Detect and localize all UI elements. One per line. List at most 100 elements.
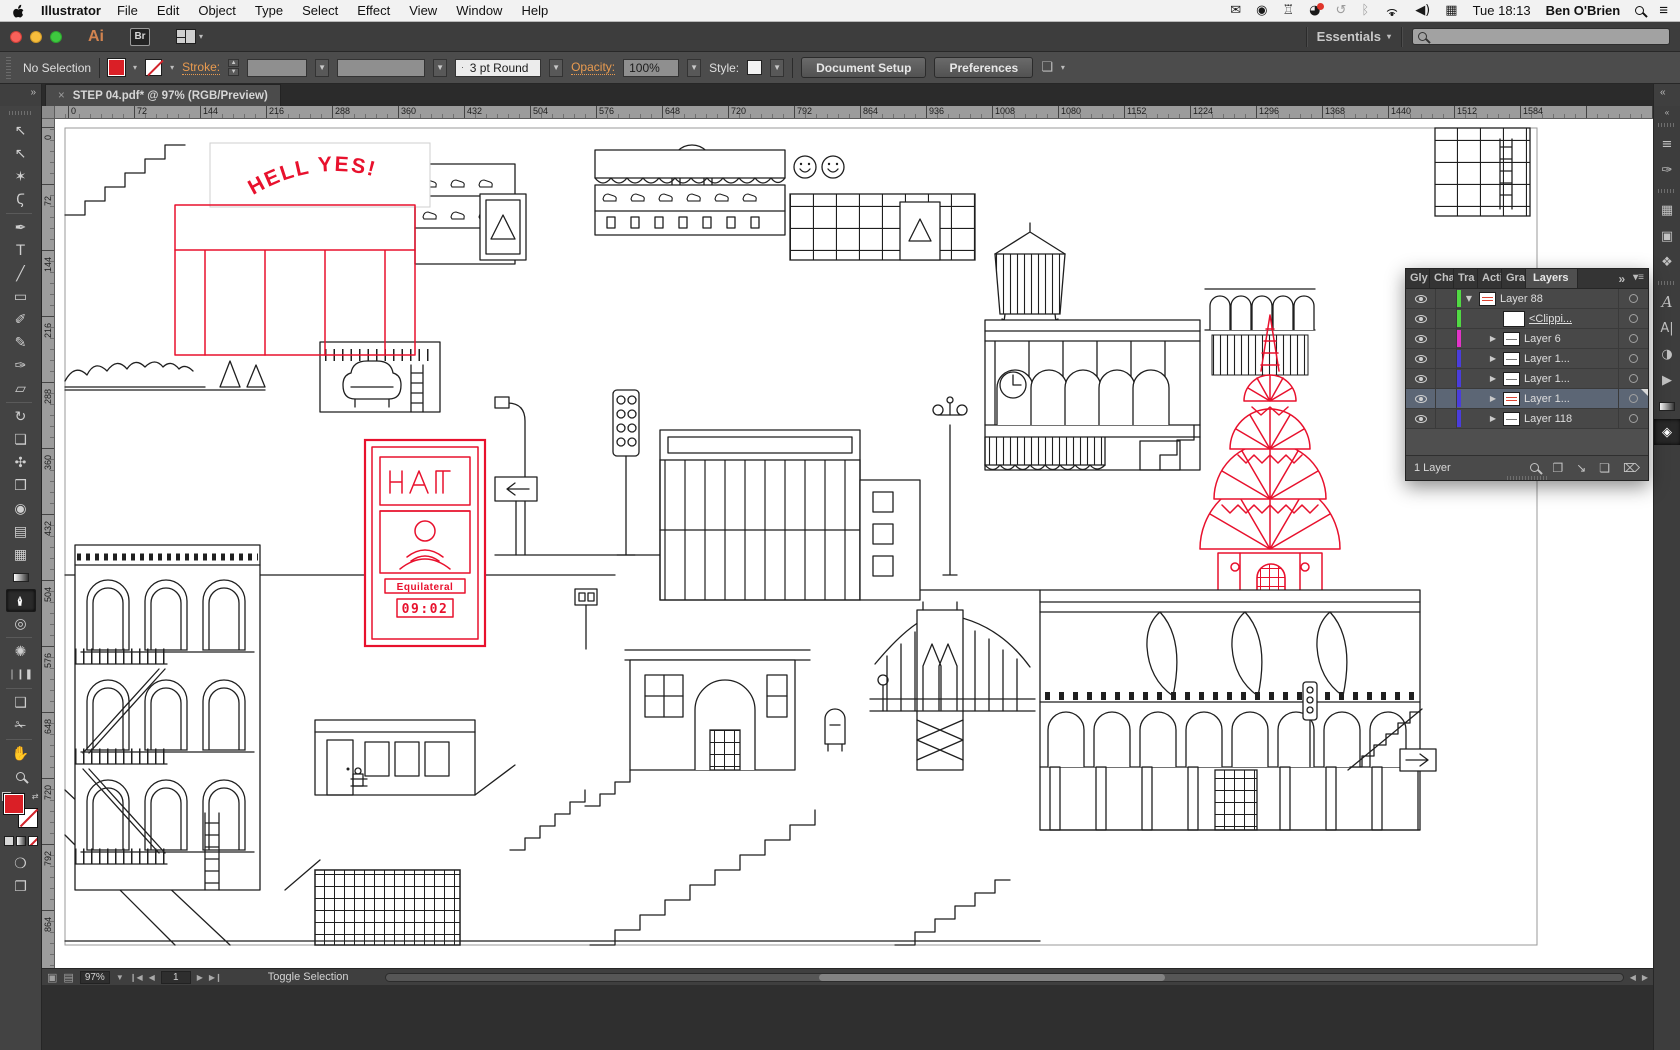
lock-cell[interactable] (1436, 409, 1457, 428)
line-segment-tool[interactable]: ╱ (6, 262, 36, 285)
symbol-sprayer-tool[interactable]: ✺ (6, 640, 36, 663)
disclosure-triangle-icon[interactable]: ▶ (1487, 394, 1499, 403)
menu-object[interactable]: Object (198, 3, 236, 18)
wifi-icon[interactable] (1384, 5, 1400, 16)
input-source-icon[interactable]: ▦ (1445, 0, 1457, 22)
lock-cell[interactable] (1436, 389, 1457, 408)
artboard-grid-icon[interactable]: ▣ (47, 971, 57, 984)
clipping-mask-icon[interactable]: ❐ (1552, 461, 1563, 475)
document-tab[interactable]: × STEP 04.pdf* @ 97% (RGB/Preview) (45, 84, 281, 106)
swatches-panel-icon[interactable]: ▦ (1654, 197, 1680, 223)
chevron-down-icon[interactable]: ▾ (170, 63, 174, 72)
stroke-color-swatch[interactable] (145, 59, 162, 76)
target-circle-icon[interactable] (1629, 294, 1638, 303)
paintbrush-tool[interactable]: ✐ (6, 308, 36, 331)
direct-selection-tool[interactable]: ↖ (6, 142, 36, 165)
volume-icon[interactable]: ◀) (1415, 0, 1430, 22)
menu-type[interactable]: Type (255, 3, 283, 18)
pencil-tool[interactable]: ✎ (6, 331, 36, 354)
target-circle-icon[interactable] (1629, 354, 1638, 363)
chevron-down-icon[interactable]: ▼ (116, 973, 124, 982)
disclosure-triangle-icon[interactable]: ▶ (1487, 414, 1499, 423)
rectangle-tool[interactable]: ▭ (6, 285, 36, 308)
layer-name[interactable]: Layer 1... (1524, 393, 1570, 405)
opacity-field[interactable]: 100% (623, 59, 679, 77)
layer-row-content[interactable]: <Clippi... (1463, 309, 1618, 328)
layer-row[interactable]: ▶Layer 1... (1406, 349, 1648, 369)
sync-icon[interactable]: ◕ (1309, 0, 1320, 22)
lock-cell[interactable] (1436, 369, 1457, 388)
zoom-level-field[interactable]: 97% (80, 971, 110, 984)
tab-gra[interactable]: Gra (1502, 269, 1526, 288)
slice-tool[interactable]: ✁ (6, 714, 36, 737)
target-circle-icon[interactable] (1629, 414, 1638, 423)
bluetooth-icon[interactable]: ᛒ (1361, 0, 1369, 22)
vertical-ruler[interactable]: 072144216288360432504576648720792864 (42, 119, 55, 968)
disclosure-triangle-icon[interactable]: ▶ (1487, 334, 1499, 343)
layer-name[interactable]: Layer 88 (1500, 293, 1543, 305)
stroke-weight-dropdown[interactable]: ▼ (315, 59, 329, 77)
document-setup-button[interactable]: Document Setup (801, 57, 926, 78)
keychain-icon[interactable]: ♖ (1282, 0, 1294, 22)
dock-collapse-button[interactable]: « (1653, 84, 1680, 106)
menu-edit[interactable]: Edit (157, 3, 179, 18)
opacity-dropdown[interactable]: ▼ (687, 59, 701, 77)
zoom-window-button[interactable] (50, 31, 62, 43)
layer-name[interactable]: <Clippi... (1529, 313, 1572, 325)
stroke-panel-icon[interactable]: ≡ (1654, 131, 1680, 157)
layer-row-content[interactable]: ▶Layer 1... (1463, 369, 1618, 388)
width-profile-dropdown[interactable]: ▼ (433, 59, 447, 77)
layer-row-content[interactable]: ▶Layer 1... (1463, 349, 1618, 368)
first-artboard-icon[interactable]: ❙◀ (130, 973, 143, 982)
layer-row[interactable]: ▼ Layer 88 (1406, 289, 1648, 309)
scroll-left-icon[interactable]: ◀ (1630, 973, 1636, 982)
disclosure-triangle-icon[interactable]: ▼ (1463, 294, 1475, 303)
hand-tool[interactable]: ✋ (6, 742, 36, 765)
tab-layers[interactable]: Layers (1526, 269, 1578, 288)
lock-cell[interactable] (1436, 309, 1457, 328)
eye-icon[interactable] (1415, 335, 1427, 343)
eye-icon[interactable] (1415, 395, 1427, 403)
layer-row-content[interactable]: ▶ Layer 6 (1463, 329, 1618, 348)
tab-cha[interactable]: Cha (1430, 269, 1454, 288)
go-to-bridge-button[interactable]: Br (130, 28, 150, 46)
layer-thumbnail[interactable] (1503, 332, 1520, 346)
type-tool[interactable]: T (6, 239, 36, 262)
minimize-window-button[interactable] (30, 31, 42, 43)
horizontal-scrollbar[interactable] (385, 973, 1624, 982)
notification-center-icon[interactable]: ≡ (1659, 2, 1668, 19)
target-circle-icon[interactable] (1629, 374, 1638, 383)
layer-row-content[interactable]: ▶ Layer 1... (1463, 389, 1618, 408)
menu-bar-clock[interactable]: Tue 18:13 (1473, 3, 1531, 18)
rotate-tool[interactable]: ↻ (6, 405, 36, 428)
layer-row[interactable]: ▶ Layer 1... (1406, 389, 1648, 409)
brush-definition-dropdown[interactable]: ▼ (549, 59, 563, 77)
target-circle-icon[interactable] (1629, 334, 1638, 343)
new-layer-icon[interactable]: ❏ (1599, 461, 1610, 475)
style-dropdown[interactable]: ▼ (770, 59, 784, 77)
fill-stroke-controls[interactable]: ⇄ (4, 794, 38, 828)
layer-thumbnail[interactable] (1503, 372, 1520, 386)
width-profile-field[interactable] (337, 59, 425, 77)
scale-tool[interactable]: ❏ (6, 428, 36, 451)
width-tool[interactable]: ✣ (6, 451, 36, 474)
layer-name[interactable]: Layer 6 (1524, 333, 1561, 345)
panel-grip[interactable] (1658, 281, 1676, 285)
fill-swatch[interactable] (4, 794, 24, 814)
lasso-tool[interactable]: Ϛ (6, 188, 36, 211)
eye-icon[interactable] (1415, 355, 1427, 363)
transparency-panel-icon[interactable]: ◑ (1654, 341, 1680, 367)
artboard-tool[interactable]: ❑ (6, 691, 36, 714)
zoom-tool[interactable] (6, 765, 36, 788)
blob-brush-tool[interactable]: ✑ (6, 354, 36, 377)
paragraph-styles-panel-icon[interactable]: A| (1654, 315, 1680, 341)
swap-fill-stroke-icon[interactable]: ⇄ (32, 792, 39, 801)
layer-row[interactable]: <Clippi... (1406, 309, 1648, 329)
fast-user-switch-name[interactable]: Ben O'Brien (1546, 3, 1621, 18)
layer-thumbnail[interactable] (1503, 352, 1520, 366)
panel-grip[interactable] (1658, 189, 1676, 193)
opacity-link[interactable]: Opacity: (571, 60, 615, 75)
menu-view[interactable]: View (409, 3, 437, 18)
menu-select[interactable]: Select (302, 3, 338, 18)
last-artboard-icon[interactable]: ▶❙ (209, 973, 222, 982)
